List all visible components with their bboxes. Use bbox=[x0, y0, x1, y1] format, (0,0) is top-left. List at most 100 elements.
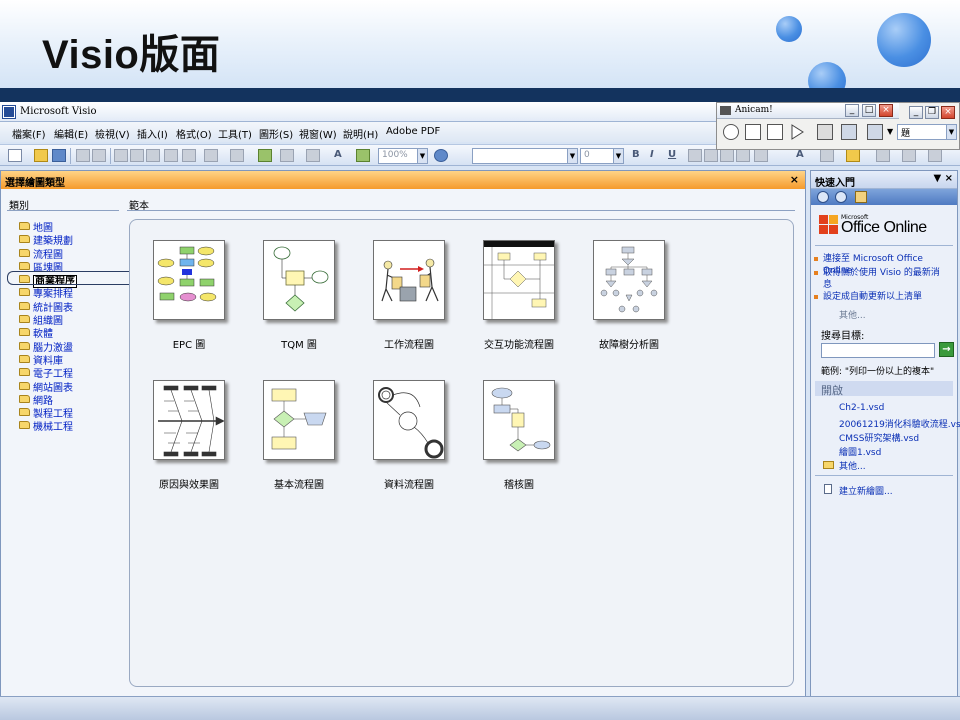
menu-adobe-pdf[interactable]: Adobe PDF bbox=[386, 126, 440, 137]
search-go-button[interactable]: → bbox=[939, 342, 954, 357]
font-color-icon[interactable]: A bbox=[796, 149, 804, 160]
shapes-icon[interactable] bbox=[258, 149, 272, 162]
play-icon[interactable] bbox=[789, 124, 805, 140]
recent-file[interactable]: Ch2-1.vsd bbox=[839, 403, 884, 413]
open-folder-icon[interactable] bbox=[34, 149, 48, 162]
more-link[interactable]: 其他... bbox=[839, 308, 866, 321]
template-fault-tree[interactable]: 故障樹分析圖 bbox=[574, 240, 684, 351]
underline-icon[interactable]: U bbox=[668, 149, 676, 160]
menu-view[interactable]: 檢視(V) bbox=[95, 126, 130, 141]
category-item[interactable]: 流程圖 bbox=[17, 246, 129, 261]
indent-icon[interactable] bbox=[754, 149, 768, 162]
recent-file[interactable]: CMSS研究架構.vsd bbox=[839, 431, 919, 444]
minimize-button[interactable]: _ bbox=[845, 104, 859, 117]
category-item[interactable]: 網站圖表 bbox=[17, 379, 129, 394]
template-workflow[interactable]: 工作流程圖 bbox=[354, 240, 464, 351]
forward-icon[interactable] bbox=[835, 191, 847, 203]
template-audit[interactable]: 稽核圖 bbox=[464, 380, 574, 491]
category-item[interactable]: 機械工程 bbox=[17, 418, 129, 433]
copy-icon[interactable] bbox=[130, 149, 144, 162]
menu-edit[interactable]: 編輯(E) bbox=[54, 126, 88, 141]
app-minimize-button[interactable]: _ bbox=[909, 106, 923, 119]
menu-tools[interactable]: 工具(T) bbox=[218, 126, 252, 141]
category-item[interactable]: 地圖 bbox=[17, 219, 129, 234]
align-right-icon[interactable] bbox=[720, 149, 734, 162]
category-item[interactable]: 腦力激盪 bbox=[17, 339, 129, 354]
delete-icon[interactable] bbox=[164, 149, 178, 162]
align-center-icon[interactable] bbox=[704, 149, 718, 162]
close-button[interactable]: × bbox=[879, 104, 893, 117]
category-item[interactable]: 區塊圖 bbox=[17, 259, 129, 274]
link-auto-update[interactable]: 設定成自動更新以上清單 bbox=[814, 291, 953, 303]
maximize-button[interactable]: □ bbox=[862, 104, 876, 117]
undo-icon[interactable] bbox=[204, 149, 218, 162]
recent-file[interactable]: 繪圖1.vsd bbox=[839, 445, 881, 458]
category-item[interactable]: 組織圖 bbox=[17, 312, 129, 327]
font-combo[interactable]: ▼ bbox=[472, 148, 578, 164]
justify-icon[interactable] bbox=[736, 149, 750, 162]
save-movie-icon[interactable] bbox=[841, 124, 857, 140]
line-weight-icon[interactable] bbox=[876, 149, 890, 162]
new-drawing-link[interactable]: 建立新繪圖... bbox=[839, 484, 893, 497]
fill-color-icon[interactable] bbox=[846, 149, 860, 162]
settings-icon[interactable] bbox=[817, 124, 833, 140]
bold-icon[interactable]: B bbox=[632, 149, 640, 160]
redo-icon[interactable] bbox=[230, 149, 244, 162]
font-size-combo[interactable]: 0 ▼ bbox=[580, 148, 624, 164]
menu-shape[interactable]: 圖形(S) bbox=[259, 126, 293, 141]
chevron-down-icon[interactable]: ▼ bbox=[887, 127, 893, 136]
menu-insert[interactable]: 插入(I) bbox=[137, 126, 168, 141]
app-restore-button[interactable]: ❐ bbox=[925, 106, 939, 119]
print-icon[interactable] bbox=[76, 149, 90, 162]
task-pane-controls[interactable]: ▼ × bbox=[933, 173, 953, 184]
app-close-button[interactable]: × bbox=[941, 106, 955, 119]
link-latest-news[interactable]: 取得關於使用 Visio 的最新消息 bbox=[814, 267, 943, 291]
pause-icon[interactable] bbox=[767, 124, 783, 140]
recent-file[interactable]: 20061219消化科驗收流程.vsd bbox=[839, 417, 960, 430]
more-files-link[interactable]: 其他... bbox=[839, 459, 866, 472]
category-item[interactable]: 軟體 bbox=[17, 325, 129, 340]
category-item-selected[interactable]: 商業程序 bbox=[17, 272, 129, 289]
stop-icon[interactable] bbox=[745, 124, 761, 140]
export-icon[interactable] bbox=[867, 124, 883, 140]
save-icon[interactable] bbox=[52, 149, 66, 162]
menu-file[interactable]: 檔案(F) bbox=[12, 126, 46, 141]
search-input[interactable] bbox=[821, 343, 935, 358]
style-combo[interactable]: 題 ▼ bbox=[897, 124, 957, 140]
stamp-tool-icon[interactable] bbox=[356, 149, 370, 162]
category-item[interactable]: 製程工程 bbox=[17, 405, 129, 420]
record-icon[interactable] bbox=[723, 124, 739, 140]
template-data-flow[interactable]: 資料流程圖 bbox=[354, 380, 464, 491]
print-preview-icon[interactable] bbox=[92, 149, 106, 162]
back-icon[interactable] bbox=[817, 191, 829, 203]
close-icon[interactable]: × bbox=[790, 173, 799, 186]
pointer-tool-icon[interactable] bbox=[280, 149, 294, 162]
template-basic-flowchart[interactable]: 基本流程圖 bbox=[244, 380, 354, 491]
line-pattern-icon[interactable] bbox=[902, 149, 916, 162]
line-color-icon[interactable] bbox=[820, 149, 834, 162]
template-epc[interactable]: EPC 圖 bbox=[134, 240, 244, 351]
template-cause-effect[interactable]: 原因與效果圖 bbox=[134, 380, 244, 491]
italic-icon[interactable]: I bbox=[650, 149, 654, 160]
connector-tool-icon[interactable] bbox=[306, 149, 320, 162]
home-icon[interactable] bbox=[855, 191, 867, 203]
category-item[interactable]: 電子工程 bbox=[17, 365, 129, 380]
category-item[interactable]: 統計圖表 bbox=[17, 299, 129, 314]
category-item[interactable]: 資料庫 bbox=[17, 352, 129, 367]
menu-window[interactable]: 視窗(W) bbox=[299, 126, 337, 141]
category-item[interactable]: 網路 bbox=[17, 392, 129, 407]
menu-help[interactable]: 說明(H) bbox=[343, 126, 378, 141]
template-tqm[interactable]: TQM 圖 bbox=[244, 240, 354, 351]
new-document-icon[interactable] bbox=[8, 149, 22, 162]
category-item[interactable]: 建築規劃 bbox=[17, 232, 129, 247]
menu-format[interactable]: 格式(O) bbox=[176, 126, 212, 141]
cut-icon[interactable] bbox=[114, 149, 128, 162]
category-item[interactable]: 專案排程 bbox=[17, 285, 129, 300]
template-cross-functional[interactable]: 交互功能流程圖 bbox=[464, 240, 574, 351]
zoom-combo[interactable]: 100% ▼ bbox=[378, 148, 428, 164]
paste-icon[interactable] bbox=[146, 149, 160, 162]
format-painter-icon[interactable] bbox=[182, 149, 196, 162]
help-icon[interactable] bbox=[434, 149, 448, 162]
text-tool-icon[interactable]: A bbox=[334, 149, 342, 160]
align-left-icon[interactable] bbox=[688, 149, 702, 162]
